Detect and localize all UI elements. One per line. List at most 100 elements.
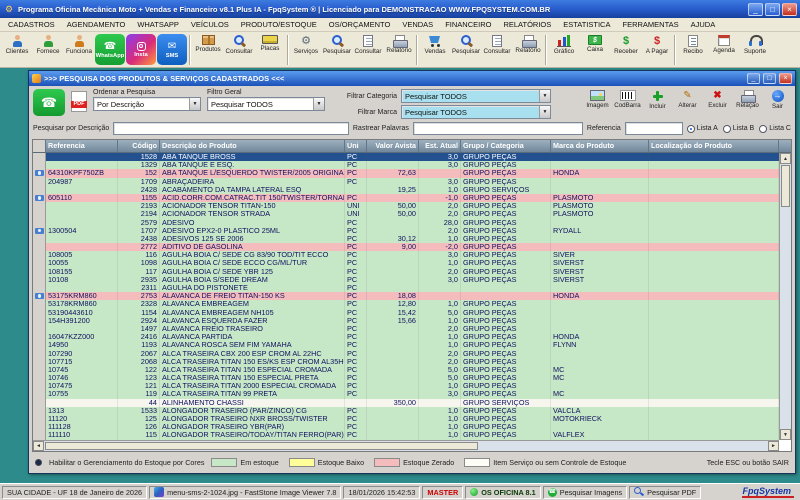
table-row[interactable]: 2194ACIONADOR TENSOR STRADAUNI50,002,0GR… xyxy=(33,210,779,218)
sms-button[interactable]: ✉SMS xyxy=(157,34,187,65)
table-row[interactable]: 64310KPF750ZB152ABA TANQUE L/ESQUERDO TW… xyxy=(33,169,779,177)
table-row[interactable]: 108155117AGULHA BOIA C/ SEDE YBR 125PC2,… xyxy=(33,268,779,276)
table-row[interactable]: 2049871709ABRAÇADEIRAPC3,0GRUPO PEÇAS xyxy=(33,178,779,186)
toolbar-button-consultar[interactable]: Consultar xyxy=(224,33,254,66)
column-header-grupo-categoria[interactable]: Grupo / Categoria xyxy=(461,140,551,152)
pdf-icon[interactable] xyxy=(71,91,87,112)
toolbar-button-pesquisar[interactable]: Pesquisar xyxy=(451,33,481,66)
toolbar-button-relatorio[interactable]: Relatório xyxy=(384,33,414,66)
chevron-down-icon[interactable]: ▼ xyxy=(539,90,550,102)
scroll-down-icon[interactable]: ▼ xyxy=(780,429,791,440)
column-header-localizacao-do-produto[interactable]: Localização do Produto xyxy=(649,140,779,152)
incluir-button[interactable]: Incluir xyxy=(644,89,671,118)
toolbar-button-clientes[interactable]: Clientes xyxy=(2,33,32,66)
menu-item-os-orcamento[interactable]: OS/ORÇAMENTO xyxy=(323,20,397,29)
track-words-input[interactable] xyxy=(413,122,583,135)
scroll-right-icon[interactable]: ► xyxy=(768,441,779,451)
table-row[interactable]: 53178KRM8602328ALAVANCA EMBREAGEMPC12,80… xyxy=(33,300,779,308)
table-row[interactable]: 1528ABA TANQUE BROSSPC3,0GRUPO PEÇAS xyxy=(33,153,779,161)
relacao-button[interactable]: Relação xyxy=(734,89,761,118)
reference-input[interactable] xyxy=(625,122,683,135)
minimize-button[interactable]: _ xyxy=(748,3,763,16)
inner-close-button[interactable]: × xyxy=(779,73,792,84)
inner-minimize-button[interactable]: _ xyxy=(747,73,760,84)
table-row[interactable]: 531904436101154ALAVANCA EMBREAGEM NH105P… xyxy=(33,309,779,317)
sort-combo[interactable]: Por Descrição ▼ xyxy=(93,97,201,111)
table-row[interactable]: 1329ABA TANQUE E ESQ.PC3,0GRUPO PEÇAS xyxy=(33,161,779,169)
scroll-up-icon[interactable]: ▲ xyxy=(780,153,791,164)
column-header-marca-do-produto[interactable]: Marca do Produto xyxy=(551,140,649,152)
toolbar-button-a-pagar[interactable]: $A Pagar xyxy=(642,33,672,66)
menu-item-whatsapp[interactable]: WHATSAPP xyxy=(131,20,185,29)
toolbar-button-funciona[interactable]: Funciona xyxy=(64,33,94,66)
table-row[interactable]: 44ALINHAMENTO CHASSI350,00GRUPO SERVIÇOS xyxy=(33,399,779,407)
table-row[interactable]: 53175KRM8602753ALAVANCA DE FREIO TITAN-1… xyxy=(33,292,779,300)
whatsapp-button[interactable]: ☎WhatsApp xyxy=(95,34,125,65)
toolbar-button-pesquisar[interactable]: Pesquisar xyxy=(322,33,352,66)
chevron-down-icon[interactable]: ▼ xyxy=(539,106,550,118)
menu-item-cadastros[interactable]: CADASTROS xyxy=(2,20,61,29)
toolbar-button-consultar[interactable]: Consultar xyxy=(482,33,512,66)
column-header-uni[interactable]: Uni xyxy=(345,140,367,152)
toolbar-button-consultar[interactable]: Consultar xyxy=(353,33,383,66)
table-row[interactable]: 2579ADESIVOPC28,0GRUPO PEÇAS xyxy=(33,219,779,227)
table-row[interactable]: 111110115ALONGADOR TRASEIRO/TODAY/TITAN … xyxy=(33,431,779,439)
menu-item-ajuda[interactable]: AJUDA xyxy=(685,20,722,29)
stock-colors-toggle[interactable] xyxy=(35,459,42,466)
toolbar-button-vendas[interactable]: Vendas xyxy=(420,33,450,66)
menu-item-vendas[interactable]: VENDAS xyxy=(396,20,439,29)
status-open-file[interactable]: menu-sms-2-1024.jpg - FastStone Image Vi… xyxy=(149,486,341,499)
table-row[interactable]: 2438ADESIVOS 125 SE 2006PC30,121,0GRUPO … xyxy=(33,235,779,243)
table-row[interactable]: 108005116AGULHA BOIA C/ SEDE CG 83/90 TO… xyxy=(33,251,779,259)
vertical-scrollbar[interactable]: ▲ ▼ xyxy=(779,153,791,440)
sair-button[interactable]: →Sair xyxy=(764,89,791,118)
table-row[interactable]: 10745122ALCA TRASEIRA TITAN 150 ESPECIAL… xyxy=(33,366,779,374)
toolbar-button-receber[interactable]: $Receber xyxy=(611,33,641,66)
toolbar-button-produtos[interactable]: Produtos xyxy=(193,33,223,66)
table-row[interactable]: 111128126ALONGADOR TRASEIRO YBR(PAR)PC1,… xyxy=(33,423,779,431)
general-filter-combo[interactable]: Pesquisar TODOS ▼ xyxy=(207,97,325,111)
table-row[interactable]: 100551098AGULHA BOIA C/ SEDE ECCO CG/ML/… xyxy=(33,259,779,267)
table-row[interactable]: 2311AGULHA DO PISTONETEPC xyxy=(33,284,779,292)
inner-maximize-button[interactable]: □ xyxy=(763,73,776,84)
table-row[interactable]: 154H3912002924ALAVANCA ESQUERDA FAZERPC1… xyxy=(33,317,779,325)
toolbar-button-fornece[interactable]: Fornece xyxy=(33,33,63,66)
table-row[interactable]: 10746123ALCA TRASEIRA TITAN 150 ESPECIAL… xyxy=(33,374,779,382)
table-row[interactable]: 6051101155ACID.CORR.COM.CATRAC.TIT 150/T… xyxy=(33,194,779,202)
horizontal-scrollbar[interactable]: ◄ ► xyxy=(33,440,779,451)
column-header-codigo[interactable]: Código xyxy=(118,140,160,152)
table-row[interactable]: 11120125ALONGADOR TRASEIRO NXR BROSS/TWI… xyxy=(33,415,779,423)
scroll-left-icon[interactable]: ◄ xyxy=(33,441,44,451)
vertical-scroll-thumb[interactable] xyxy=(781,165,790,207)
menu-item-veiculos[interactable]: VEÍCULOS xyxy=(185,20,235,29)
table-row[interactable]: 13131533ALONGADOR TRASEIRO (PAR/ZINCO) C… xyxy=(33,407,779,415)
category-filter-combo[interactable]: Pesquisar TODOS ▼ xyxy=(401,89,551,103)
alterar-button[interactable]: ✎Alterar xyxy=(674,89,701,118)
imagem-button[interactable]: Imagem xyxy=(584,89,611,118)
column-header-referencia[interactable]: Referencia xyxy=(46,140,118,152)
table-row[interactable]: 10755119ALCA TRASEIRA TITAN 99 PRETAPC3,… xyxy=(33,390,779,398)
table-row[interactable]: 1077152068ALCA TRASEIRA TITAN 150 ES/KS … xyxy=(33,358,779,366)
toolbar-button-placas[interactable]: Placas xyxy=(255,33,285,66)
menu-item-estatistica[interactable]: ESTATISTICA xyxy=(557,20,616,29)
codbarra-button[interactable]: CodBarra xyxy=(614,89,641,118)
table-row[interactable]: 107475121ALCA TRASEIRA TITAN 2000 ESPECI… xyxy=(33,382,779,390)
chevron-down-icon[interactable]: ▼ xyxy=(189,98,200,110)
horizontal-scroll-thumb[interactable] xyxy=(45,442,478,450)
table-row[interactable]: 1497ALAVANCA FREIO TRASEIROPC2,0GRUPO PE… xyxy=(33,325,779,333)
search-description-input[interactable] xyxy=(113,122,349,135)
toolbar-button-relatorio[interactable]: Relatório xyxy=(513,33,543,66)
menu-item-ferramentas[interactable]: FERRAMENTAS xyxy=(616,20,684,29)
table-row[interactable]: 2772ADITIVO DE GASOLINAPC9,00-2,0GRUPO P… xyxy=(33,243,779,251)
toolbar-button-recibo[interactable]: Recibo xyxy=(678,33,708,66)
table-row[interactable]: 149501193ALAVANCA ROSCA SEM FIM YAMAHAPC… xyxy=(33,341,779,349)
column-header-est-atual[interactable]: Est. Atual xyxy=(419,140,461,152)
radio-lista-a[interactable]: Lista A xyxy=(687,125,718,133)
table-row[interactable]: 2428ACABAMENTO DA TAMPA LATERAL ESQ19,25… xyxy=(33,186,779,194)
excluir-button[interactable]: ✖Excluir xyxy=(704,89,731,118)
column-header-valor-avista[interactable]: Valor Avista xyxy=(367,140,419,152)
chevron-down-icon[interactable]: ▼ xyxy=(313,98,324,110)
instagram-button[interactable]: Insta xyxy=(126,34,156,65)
close-button[interactable]: × xyxy=(782,3,797,16)
table-row[interactable]: 13005041707ADESIVO EPX2-0 PLASTICO 25MLP… xyxy=(33,227,779,235)
